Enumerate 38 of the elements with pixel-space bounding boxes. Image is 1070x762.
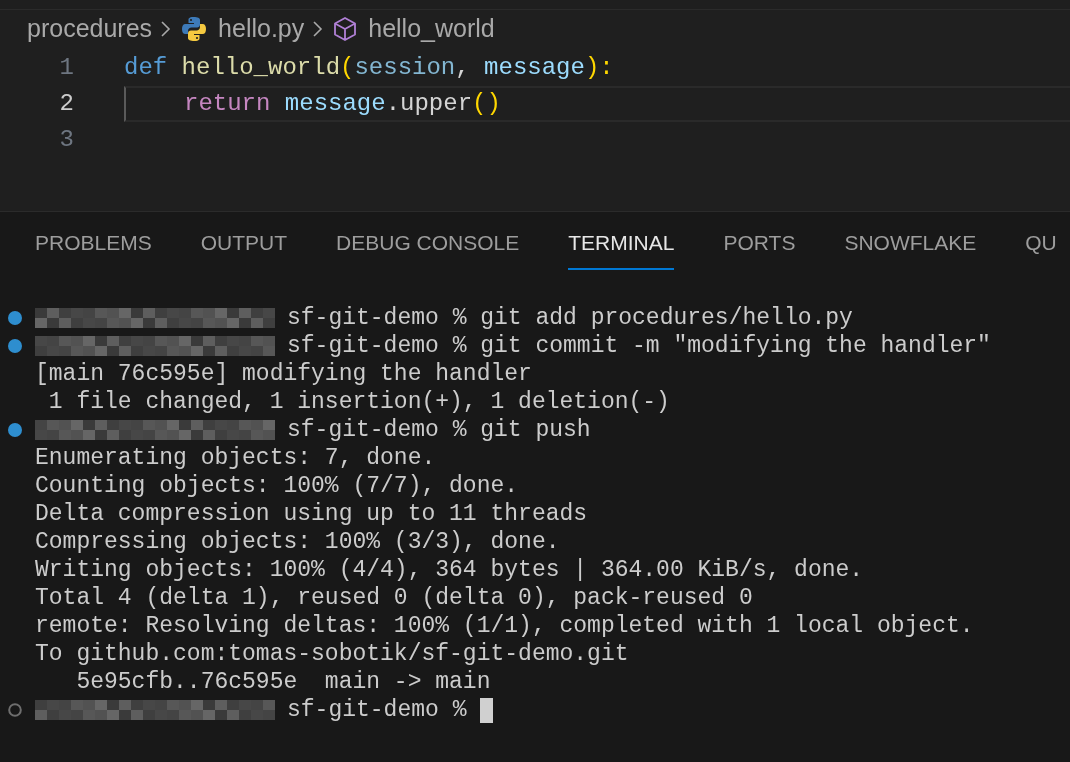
command-status-circle[interactable] bbox=[8, 703, 22, 717]
panel-tab[interactable]: TERMINAL bbox=[568, 226, 675, 270]
terminal-output: Compressing objects: 100% (3/3), done. bbox=[35, 527, 560, 557]
panel-tab[interactable]: SNOWFLAKE bbox=[844, 226, 977, 270]
breadcrumb-item[interactable]: hello_world bbox=[368, 10, 495, 48]
cube-icon bbox=[332, 16, 359, 42]
terminal-output: 1 file changed, 1 insertion(+), 1 deletion(-) bbox=[47, 387, 670, 417]
terminal-command: sf-git-demo % git commit -m "modifying the handler" bbox=[287, 331, 991, 361]
terminal-command: sf-git-demo % bbox=[287, 695, 467, 725]
terminal-command: sf-git-demo % git push bbox=[287, 415, 591, 445]
code-line: def hello_world(session, message): bbox=[124, 53, 614, 83]
terminal-output: Total 4 (delta 1), reused 0 (delta 0), pack-reused 0 bbox=[35, 583, 753, 613]
code-line: return message.upper() bbox=[183, 89, 501, 119]
breadcrumb-item[interactable]: hello.py bbox=[218, 10, 305, 48]
command-status-dot[interactable] bbox=[8, 423, 22, 437]
line-number: 1 bbox=[58, 53, 75, 83]
terminal-output: Enumerating objects: 7, done. bbox=[35, 443, 436, 473]
chevron-right-icon bbox=[160, 19, 173, 39]
python-file-icon bbox=[180, 15, 209, 43]
terminal-output: 5e95cfb..76c595e main -> main bbox=[75, 667, 491, 697]
panel-tab[interactable]: OUTPUT bbox=[200, 226, 288, 270]
chevron-right-icon bbox=[312, 19, 325, 39]
command-status-dot[interactable] bbox=[8, 339, 22, 353]
terminal-command: sf-git-demo % git add procedures/hello.py bbox=[287, 303, 853, 333]
panel-tab[interactable]: PORTS bbox=[723, 226, 796, 270]
terminal-output: To github.com:tomas-sobotik/sf-git-demo.git bbox=[35, 639, 629, 669]
terminal-output: remote: Resolving deltas: 100% (1/1), completed with 1 local object. bbox=[35, 611, 974, 641]
terminal-output: Writing objects: 100% (4/4), 364 bytes | 364.00 KiB/s, done. bbox=[35, 555, 864, 585]
panel-tab[interactable]: QU bbox=[1025, 226, 1057, 270]
terminal-output: [main 76c595e] modifying the handler bbox=[35, 359, 532, 389]
line-number: 2 bbox=[58, 89, 75, 119]
terminal-output: Delta compression using up to 11 threads bbox=[35, 499, 588, 529]
terminal-output: Counting objects: 100% (7/7), done. bbox=[35, 471, 519, 501]
line-number: 3 bbox=[58, 125, 75, 155]
command-status-dot[interactable] bbox=[8, 311, 22, 325]
panel-tab[interactable]: DEBUG CONSOLE bbox=[336, 226, 520, 270]
breadcrumb-item[interactable]: procedures bbox=[27, 10, 153, 48]
panel-tab[interactable]: PROBLEMS bbox=[35, 226, 152, 270]
